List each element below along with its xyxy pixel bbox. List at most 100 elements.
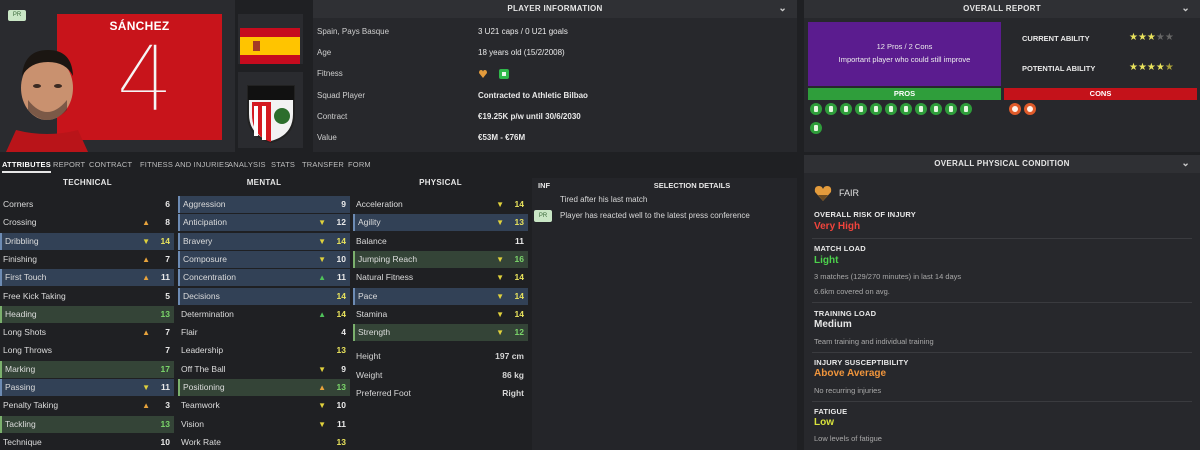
- attribute-row[interactable]: Penalty Taking ▲ 3: [0, 397, 174, 414]
- weight-value: 86 kg: [502, 370, 524, 380]
- tab-analysis[interactable]: ANALYSIS: [228, 160, 266, 169]
- player-card: SÁNCHEZ 4 PR: [0, 0, 235, 152]
- attribute-name: Stamina: [356, 308, 388, 319]
- inf-column-label: INF: [538, 181, 551, 190]
- overall-report-header[interactable]: OVERALL REPORT ⌄: [804, 0, 1200, 18]
- attribute-row[interactable]: Work Rate 13: [178, 434, 350, 450]
- chevron-down-icon[interactable]: ⌄: [778, 0, 787, 18]
- attribute-value: 3: [165, 400, 170, 411]
- attribute-name: Crossing: [3, 217, 37, 228]
- pro-trait-icon[interactable]: [840, 103, 852, 115]
- tab-stats[interactable]: STATS: [271, 160, 295, 169]
- pro-trait-icon[interactable]: [855, 103, 867, 115]
- report-summary-box: 12 Pros / 2 Cons Important player who co…: [808, 22, 1001, 86]
- cons-icons: [1009, 103, 1039, 117]
- pro-trait-icon[interactable]: [945, 103, 957, 115]
- attribute-row[interactable]: First Touch ▲ 11: [0, 269, 174, 287]
- pro-trait-icon[interactable]: [870, 103, 882, 115]
- attribute-row[interactable]: Positioning ▲ 13: [178, 379, 350, 396]
- attribute-value: 7: [165, 327, 170, 338]
- tab-fitness-and-injuries[interactable]: FITNESS AND INJURIES: [140, 160, 229, 169]
- info-value: 3 U21 caps / 0 U21 goals: [478, 27, 568, 36]
- chevron-down-icon[interactable]: ⌄: [1181, 0, 1190, 18]
- attribute-row[interactable]: Teamwork ▼ 10: [178, 397, 350, 414]
- attribute-row[interactable]: Tackling 13: [0, 415, 174, 433]
- attribute-row[interactable]: Flair 4: [178, 324, 350, 341]
- attribute-row[interactable]: Leadership 13: [178, 342, 350, 359]
- physical-condition-header[interactable]: OVERALL PHYSICAL CONDITION ⌄: [804, 155, 1200, 173]
- attribute-value: 14: [336, 308, 346, 319]
- selection-details-panel: INF SELECTION DETAILS Tired after his la…: [532, 178, 797, 450]
- info-row-age: Age 18 years old (15/2/2008): [313, 43, 797, 63]
- tab-transfer[interactable]: TRANSFER: [302, 160, 344, 169]
- attribute-row[interactable]: Decisions 14: [178, 287, 350, 305]
- attribute-row[interactable]: Strength ▼ 12: [353, 324, 528, 342]
- weight-label: Weight: [356, 370, 383, 380]
- info-value: 18 years old (15/2/2008): [478, 48, 565, 57]
- attribute-value: 13: [160, 418, 170, 429]
- arrow-up-icon: ▲: [318, 309, 326, 319]
- club-badge-box[interactable]: [238, 72, 303, 148]
- attribute-row[interactable]: Agility ▼ 13: [353, 214, 528, 232]
- tab-report[interactable]: REPORT: [53, 160, 85, 169]
- attribute-row[interactable]: Vision ▼ 11: [178, 416, 350, 433]
- attribute-row[interactable]: Acceleration ▼ 14: [353, 196, 528, 213]
- attribute-row[interactable]: Long Shots ▲ 7: [0, 324, 174, 341]
- attribute-row[interactable]: Determination ▲ 14: [178, 306, 350, 323]
- attribute-value: 13: [160, 308, 170, 319]
- info-row-value: Value €53M - €76M: [313, 128, 797, 148]
- attribute-row[interactable]: Composure ▼ 10: [178, 250, 350, 268]
- con-trait-icon[interactable]: [1009, 103, 1021, 115]
- fitness-status-icon: [499, 69, 509, 79]
- attribute-row[interactable]: Aggression 9: [178, 196, 350, 213]
- attribute-row[interactable]: Dribbling ▼ 14: [0, 232, 174, 250]
- attribute-name: Passing: [5, 382, 36, 392]
- attribute-row[interactable]: Heading 13: [0, 305, 174, 323]
- nationality-flag-box[interactable]: [238, 14, 303, 64]
- height-row: Height 197 cm: [353, 347, 528, 366]
- fatigue-value: Low: [814, 417, 834, 428]
- attribute-name: Vision: [181, 418, 204, 429]
- attribute-row[interactable]: Stamina ▼ 14: [353, 306, 528, 323]
- attribute-row[interactable]: Bravery ▼ 14: [178, 232, 350, 250]
- pro-trait-icon[interactable]: [960, 103, 972, 115]
- attribute-row[interactable]: Free Kick Taking 5: [0, 288, 174, 305]
- pro-trait-icon[interactable]: [885, 103, 897, 115]
- pro-trait-icon[interactable]: [810, 103, 822, 115]
- attribute-row[interactable]: Concentration ▲ 11: [178, 269, 350, 287]
- pro-trait-icon[interactable]: [825, 103, 837, 115]
- pro-trait-icon[interactable]: [930, 103, 942, 115]
- attribute-row[interactable]: Crossing ▲ 8: [0, 214, 174, 231]
- arrow-down-icon: ▼: [496, 309, 504, 319]
- attribute-value: 11: [337, 418, 346, 429]
- attribute-row[interactable]: Technique 10: [0, 434, 174, 450]
- physical-condition-panel: OVERALL PHYSICAL CONDITION ⌄ FAIR OVERAL…: [804, 155, 1200, 450]
- pro-trait-icon[interactable]: [810, 122, 822, 134]
- attribute-row[interactable]: Off The Ball ▼ 9: [178, 361, 350, 378]
- pro-trait-icon[interactable]: [915, 103, 927, 115]
- attribute-row[interactable]: Passing ▼ 11: [0, 379, 174, 396]
- attribute-value: 11: [161, 382, 170, 392]
- con-trait-icon[interactable]: [1024, 103, 1036, 115]
- attribute-row[interactable]: Long Throws 7: [0, 342, 174, 359]
- attribute-value: 9: [341, 363, 346, 374]
- attribute-row[interactable]: Natural Fitness ▼ 14: [353, 269, 528, 286]
- tab-attributes[interactable]: ATTRIBUTES: [2, 160, 51, 173]
- attribute-name: Agility: [358, 217, 381, 228]
- attribute-row[interactable]: Finishing ▲ 7: [0, 251, 174, 268]
- tab-contract[interactable]: CONTRACT: [89, 160, 132, 169]
- preferred-foot-label: Preferred Foot: [356, 388, 411, 398]
- pro-trait-icon[interactable]: [900, 103, 912, 115]
- attribute-value: 8: [165, 217, 170, 228]
- attribute-name: First Touch: [5, 272, 47, 283]
- attribute-row[interactable]: Corners 6: [0, 196, 174, 213]
- tab-form[interactable]: FORM: [348, 160, 371, 169]
- attribute-name: Heading: [5, 308, 37, 319]
- attribute-row[interactable]: Marking 17: [0, 360, 174, 378]
- player-information-header[interactable]: PLAYER INFORMATION ⌄: [313, 0, 797, 18]
- chevron-down-icon[interactable]: ⌄: [1181, 155, 1190, 173]
- attribute-row[interactable]: Anticipation ▼ 12: [178, 214, 350, 232]
- attribute-row[interactable]: Pace ▼ 14: [353, 287, 528, 305]
- attribute-row[interactable]: Jumping Reach ▼ 16: [353, 250, 528, 268]
- attribute-row[interactable]: Balance 11: [353, 233, 528, 250]
